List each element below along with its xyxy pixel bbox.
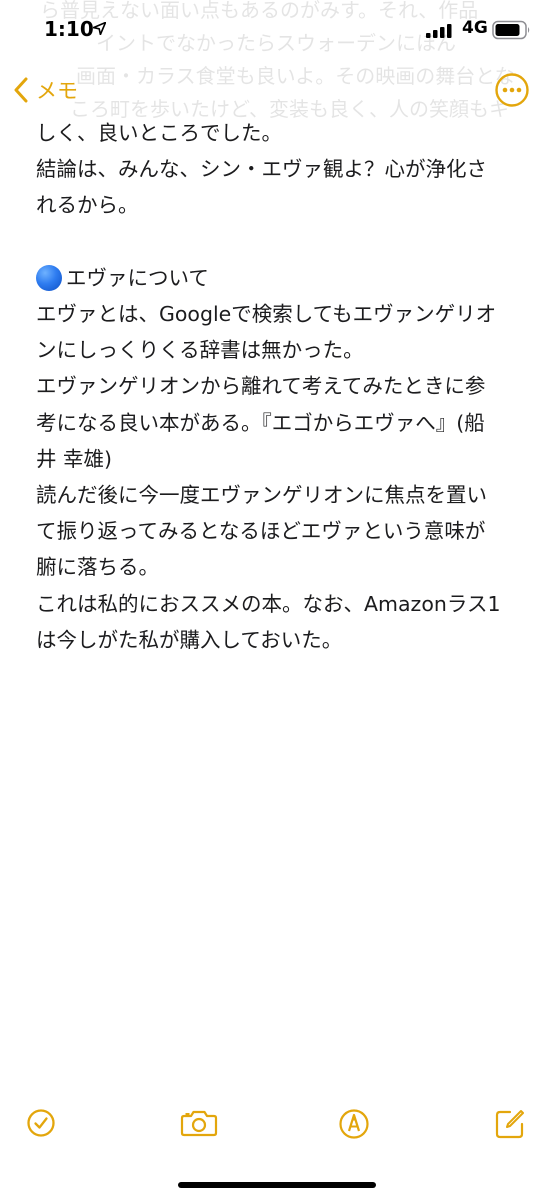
markup-pen-icon <box>339 1109 369 1139</box>
back-button[interactable]: メモ <box>14 72 78 108</box>
note-body[interactable]: しく、良いところでした。 結論は、みんな、シン・エヴァ観よ？心が浄化さ れるから… <box>36 115 528 658</box>
note-line: 考になる良い本がある。『エゴからエヴァへ』(船 <box>36 410 485 435</box>
note-line: れるから。 <box>36 193 139 218</box>
note-line: 読んだ後に今一度エヴァンゲリオンに焦点を置い <box>36 483 487 508</box>
battery-icon <box>492 20 532 44</box>
more-options-button[interactable] <box>494 72 530 112</box>
markup-button[interactable] <box>338 1108 370 1144</box>
note-line: 井 幸雄) <box>36 446 113 471</box>
status-bar: 1:10 4G <box>0 0 554 62</box>
note-line: て振り返ってみるとなるほどエヴァという意味が <box>36 519 486 544</box>
checklist-button[interactable] <box>26 1108 56 1142</box>
camera-icon <box>180 1110 218 1137</box>
status-time: 1:10 <box>44 17 94 41</box>
location-arrow-icon <box>92 20 107 39</box>
camera-button[interactable] <box>180 1108 218 1142</box>
home-indicator[interactable] <box>178 1182 376 1188</box>
note-line: は今しがた私が購入しておいた。 <box>36 627 343 652</box>
note-line: これは私的におススメの本。なお、Amazonラス1 <box>36 591 501 616</box>
note-line: エヴァとは、Googleで検索してもエヴァンゲリオ <box>36 302 497 326</box>
chevron-left-icon <box>14 77 28 103</box>
navigation-bar: メモ <box>0 70 554 110</box>
section-heading-text: エヴァについて <box>66 265 209 290</box>
compose-icon <box>495 1110 524 1139</box>
checklist-icon <box>27 1109 55 1137</box>
back-label: メモ <box>36 79 78 103</box>
signal-bars-icon <box>426 23 452 42</box>
note-line: ンにしっくりくる辞書は無かった。 <box>36 338 364 363</box>
note-line: 腑に落ちる。 <box>36 555 159 580</box>
bottom-toolbar <box>0 1100 554 1160</box>
blue-circle-emoji-icon <box>36 264 62 291</box>
network-type: 4G <box>462 18 488 38</box>
note-line: 結論は、みんな、シン・エヴァ観よ？心が浄化さ <box>36 157 487 182</box>
ellipsis-circle-icon <box>495 73 529 107</box>
note-line: エヴァンゲリオンから離れて考えてみたときに参 <box>36 374 486 399</box>
note-line: しく、良いところでした。 <box>36 121 282 145</box>
section-heading: エヴァについて <box>36 260 528 296</box>
compose-button[interactable] <box>494 1108 526 1144</box>
